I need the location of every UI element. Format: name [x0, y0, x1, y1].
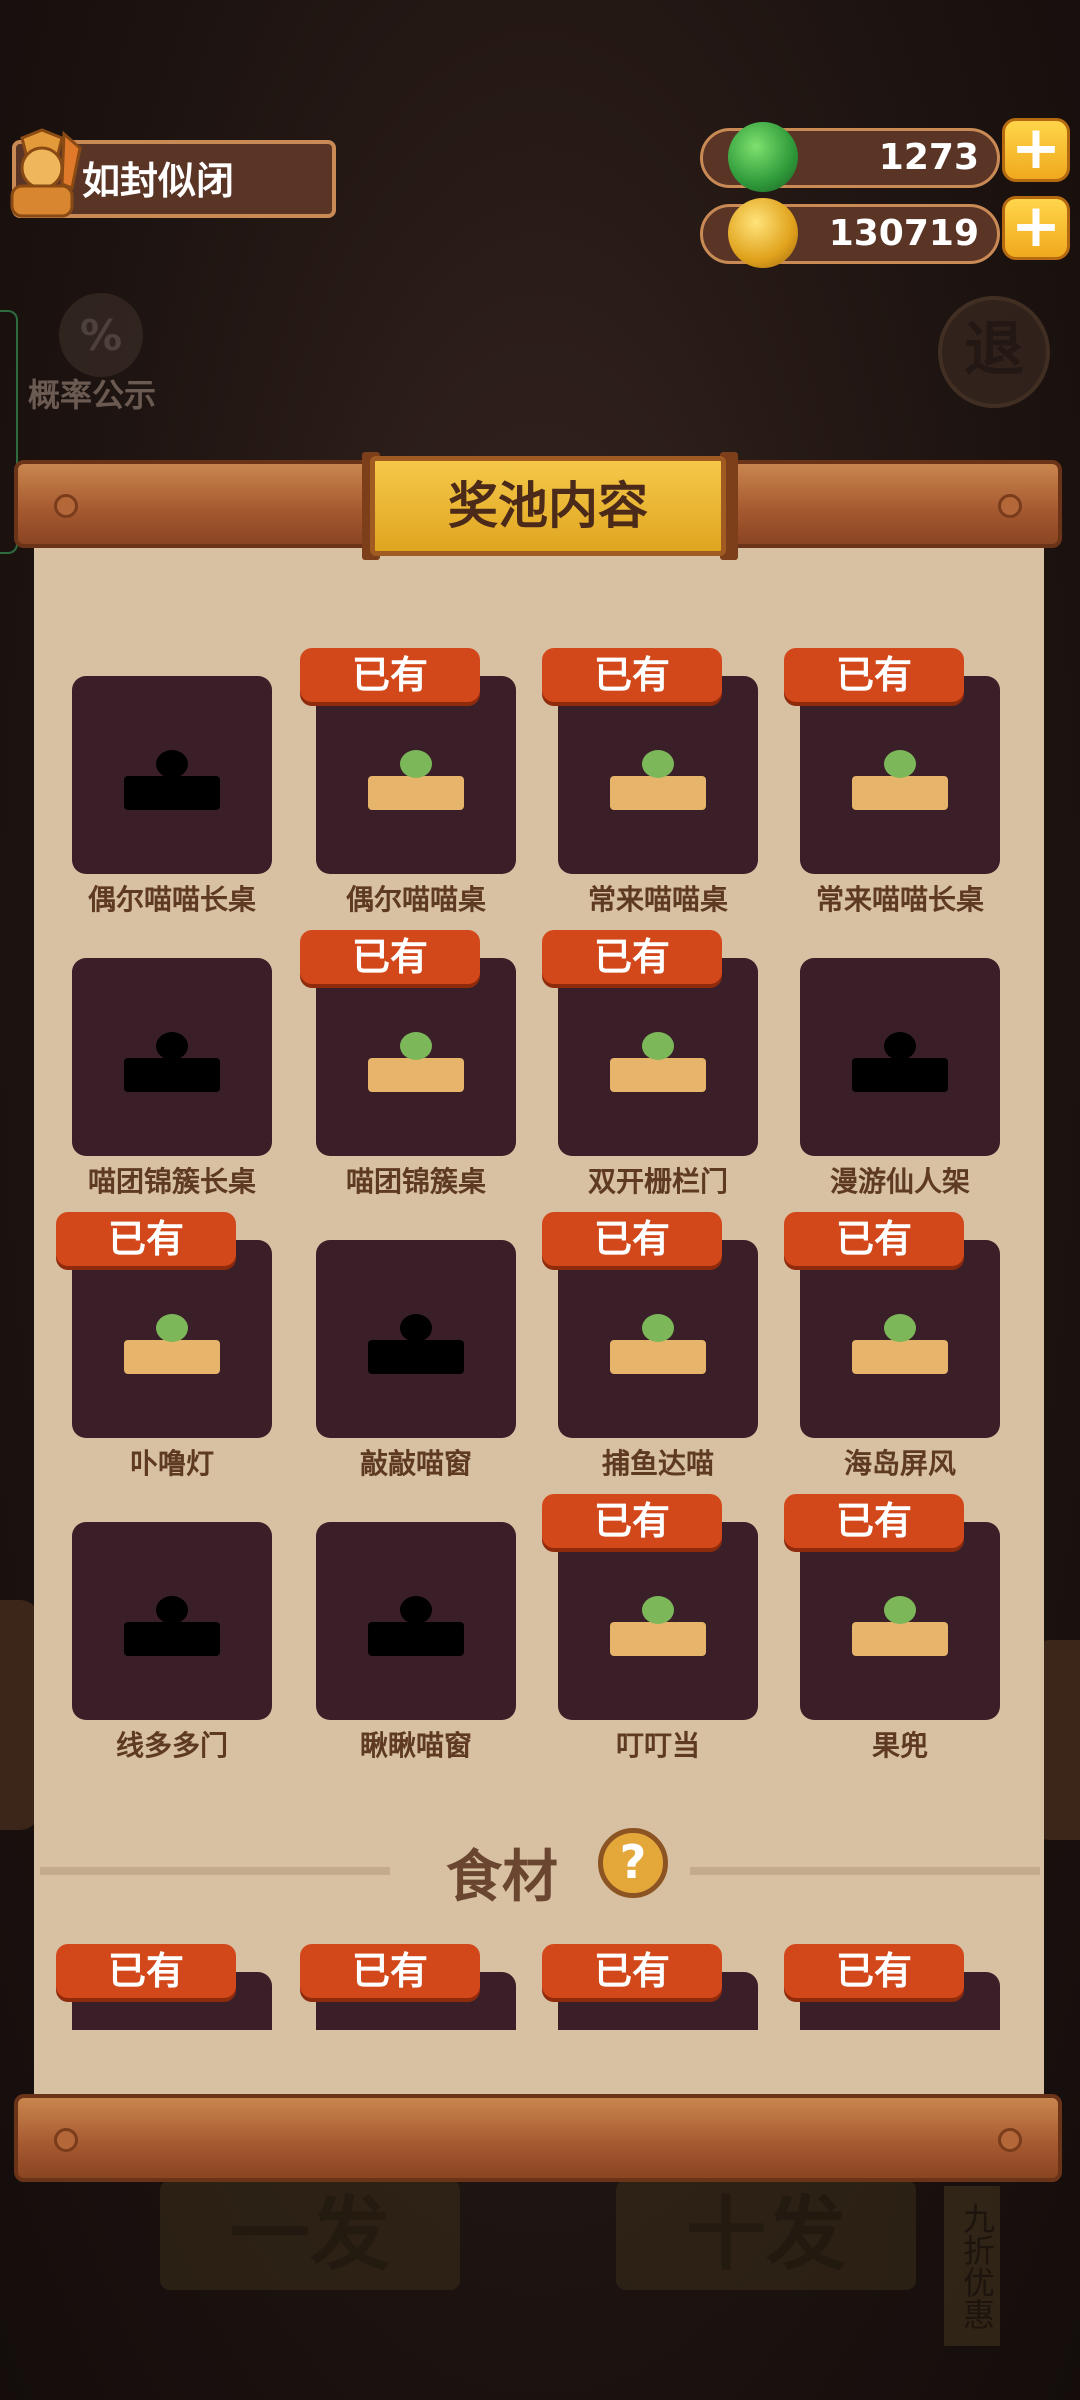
item-image	[368, 1032, 464, 1092]
add-coin-button[interactable]: +	[1002, 196, 1070, 260]
divider-left	[40, 1867, 390, 1875]
item-image	[852, 1032, 948, 1092]
item-tile[interactable]	[558, 1522, 758, 1720]
owned-badge: 已有	[784, 1944, 964, 1998]
item-tile[interactable]	[316, 1240, 516, 1438]
item-image	[368, 1314, 464, 1374]
owned-badge: 已有	[542, 1494, 722, 1548]
item-name: 双开栅栏门	[587, 1165, 728, 1198]
draw-ten-button[interactable]: 十发	[616, 2180, 916, 2290]
item-tile[interactable]	[316, 958, 516, 1156]
item-name: 捕鱼达喵	[601, 1447, 714, 1480]
owned-badge: 已有	[542, 1212, 722, 1266]
owned-badge: 已有	[56, 1944, 236, 1998]
item-name: 常来喵喵桌	[587, 883, 728, 916]
divider-right	[690, 1867, 1040, 1875]
item-image	[368, 1596, 464, 1656]
item-image	[610, 1032, 706, 1092]
exit-button[interactable]: 退	[938, 296, 1050, 408]
coin-value: 130719	[828, 213, 979, 254]
item-tile[interactable]	[800, 1240, 1000, 1438]
item-image	[610, 1314, 706, 1374]
owned-badge: 已有	[542, 930, 722, 984]
item-name: 漫游仙人架	[829, 1165, 970, 1198]
item-image	[852, 1596, 948, 1656]
item-name: 线多多门	[115, 1729, 228, 1762]
svg-text:%: %	[80, 311, 122, 360]
help-icon[interactable]: ?	[598, 1828, 668, 1898]
item-image	[124, 750, 220, 810]
item-tile[interactable]	[558, 676, 758, 874]
item-tile[interactable]	[316, 1522, 516, 1720]
coin-icon	[728, 198, 798, 268]
discount-badge: 九折优惠	[944, 2186, 1000, 2346]
item-name: 喵团锦簇长桌	[87, 1165, 256, 1198]
owned-badge: 已有	[56, 1212, 236, 1266]
avatar[interactable]	[2, 128, 82, 220]
item-name: 常来喵喵长桌	[815, 883, 984, 916]
draw-once-button[interactable]: 一发	[160, 2180, 460, 2290]
section-title-food: 食材	[446, 1845, 558, 1910]
item-image	[124, 1314, 220, 1374]
scroll-rod-bottom	[14, 2094, 1062, 2182]
item-name: 海岛屏风	[843, 1447, 956, 1480]
probability-label[interactable]: 概率公示	[28, 370, 156, 416]
item-image	[368, 750, 464, 810]
username: 如封似闭	[82, 159, 235, 203]
owned-badge: 已有	[542, 1944, 722, 1998]
item-image	[124, 1596, 220, 1656]
item-tile[interactable]	[800, 676, 1000, 874]
item-name: 敲敲喵窗	[359, 1447, 472, 1480]
item-image	[852, 750, 948, 810]
owned-badge: 已有	[300, 1944, 480, 1998]
owned-badge: 已有	[300, 930, 480, 984]
owned-badge: 已有	[300, 648, 480, 702]
jade-icon	[728, 122, 798, 192]
item-name: 偶尔喵喵长桌	[87, 883, 256, 916]
owned-badge: 已有	[784, 648, 964, 702]
item-tile[interactable]	[72, 1240, 272, 1438]
item-name: 偶尔喵喵桌	[345, 883, 486, 916]
item-tile[interactable]	[72, 958, 272, 1156]
item-name: 叮叮当	[615, 1729, 700, 1762]
item-image	[610, 1596, 706, 1656]
item-image	[610, 750, 706, 810]
add-jade-button[interactable]: +	[1002, 118, 1070, 182]
jade-value: 1273	[878, 137, 979, 178]
item-name: 瞅瞅喵窗	[359, 1729, 472, 1762]
owned-badge: 已有	[784, 1212, 964, 1266]
item-image	[124, 1032, 220, 1092]
item-tile[interactable]	[800, 1522, 1000, 1720]
panel-title: 奖池内容	[370, 456, 726, 556]
item-name: 果兜	[871, 1729, 928, 1762]
item-tile[interactable]	[316, 676, 516, 874]
item-name: 卟噜灯	[129, 1447, 214, 1480]
item-image	[852, 1314, 948, 1374]
item-tile[interactable]	[72, 676, 272, 874]
item-tile[interactable]	[558, 1240, 758, 1438]
item-tile[interactable]	[558, 958, 758, 1156]
owned-badge: 已有	[784, 1494, 964, 1548]
owned-badge: 已有	[542, 648, 722, 702]
item-tile[interactable]	[800, 958, 1000, 1156]
item-tile[interactable]	[72, 1522, 272, 1720]
item-name: 喵团锦簇桌	[345, 1165, 486, 1198]
